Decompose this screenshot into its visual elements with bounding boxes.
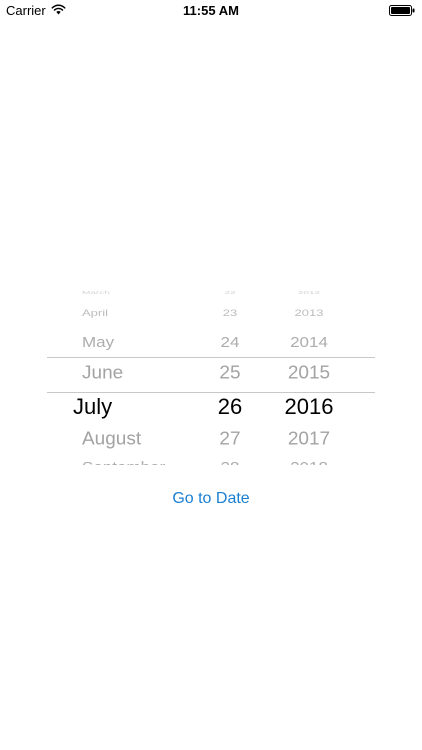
- picker-day-26[interactable]: 26: [218, 396, 242, 418]
- picker-year-2018[interactable]: 2018: [290, 460, 328, 465]
- status-bar: Carrier 11:55 AM: [0, 0, 422, 22]
- picker-month-june[interactable]: June: [82, 364, 123, 382]
- status-time: 11:55 AM: [183, 3, 239, 18]
- picker-month-may[interactable]: May: [82, 335, 114, 350]
- picker-day-25[interactable]: 25: [219, 364, 240, 382]
- picker-month-april[interactable]: April: [82, 308, 108, 317]
- date-picker[interactable]: March 22 2012 April 23 2013 May 24 2014 June 25 201…: [47, 283, 375, 465]
- picker-year-2013[interactable]: 2013: [295, 308, 324, 317]
- picker-day-23[interactable]: 23: [223, 308, 237, 317]
- picker-month-september[interactable]: September: [82, 460, 165, 465]
- picker-selection-top-line: [47, 357, 375, 358]
- picker-day-27[interactable]: 27: [219, 430, 240, 448]
- picker-year-2014[interactable]: 2014: [290, 335, 328, 350]
- go-to-date-button[interactable]: Go to Date: [0, 490, 422, 508]
- picker-month-march[interactable]: March: [82, 291, 110, 296]
- picker-year-2016[interactable]: 2016: [285, 396, 334, 418]
- picker-year-2017[interactable]: 2017: [288, 430, 330, 448]
- picker-day-22[interactable]: 22: [224, 291, 235, 296]
- picker-day-28[interactable]: 28: [221, 460, 240, 465]
- picker-day-24[interactable]: 24: [221, 335, 240, 350]
- picker-year-2012[interactable]: 2012: [298, 291, 320, 296]
- picker-year-2015[interactable]: 2015: [288, 364, 330, 382]
- battery-icon: [389, 5, 415, 16]
- picker-month-july[interactable]: July: [73, 396, 112, 418]
- picker-selection-bottom-line: [47, 392, 375, 393]
- picker-month-august[interactable]: August: [82, 430, 141, 448]
